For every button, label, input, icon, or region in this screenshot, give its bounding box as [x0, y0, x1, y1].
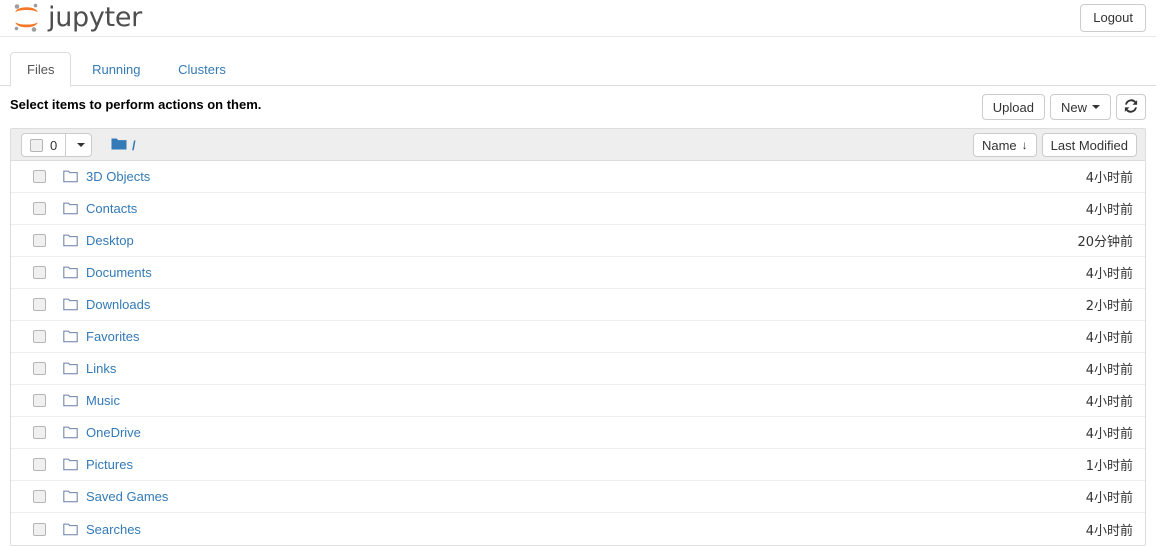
arrow-down-icon: ↓	[1021, 138, 1028, 152]
sort-name-label: Name	[981, 137, 1017, 153]
file-name-link[interactable]: Documents	[86, 265, 152, 280]
row-checkbox[interactable]	[33, 170, 46, 183]
jupyter-logo-icon	[10, 2, 44, 36]
row-checkbox[interactable]	[33, 394, 46, 407]
select-options-dropdown-button[interactable]	[66, 133, 93, 157]
file-row-container: 3D Objects 4小时前 Contacts 4小时前 Desktop 20…	[11, 161, 1145, 545]
file-modified-time: 4小时前	[1085, 491, 1133, 506]
folder-icon	[62, 394, 78, 407]
table-row[interactable]: Saved Games 4小时前	[11, 481, 1145, 513]
file-modified-time: 20分钟前	[1077, 235, 1133, 250]
logout-button[interactable]: Logout	[1080, 4, 1146, 32]
refresh-button[interactable]	[1116, 94, 1146, 120]
file-name-link[interactable]: Links	[86, 361, 116, 376]
breadcrumb: /	[111, 137, 136, 154]
folder-icon	[62, 458, 78, 471]
folder-icon	[62, 362, 78, 375]
upload-button-label: Upload	[992, 99, 1034, 115]
file-modified-time: 4小时前	[1085, 523, 1133, 539]
sort-by-name-button[interactable]: Name ↓	[972, 133, 1037, 157]
refresh-icon	[1124, 99, 1138, 115]
table-row[interactable]: Favorites 4小时前	[11, 321, 1145, 353]
row-checkbox[interactable]	[33, 426, 46, 439]
table-row[interactable]: Documents 4小时前	[11, 257, 1145, 289]
file-name-link[interactable]: OneDrive	[86, 425, 141, 440]
sort-modified-label: Last Modified	[1050, 137, 1128, 153]
folder-icon	[62, 170, 78, 183]
action-button-group: Upload New	[981, 94, 1146, 120]
folder-filled-icon	[111, 137, 127, 154]
row-checkbox[interactable]	[33, 330, 46, 343]
row-checkbox[interactable]	[33, 362, 46, 375]
table-row[interactable]: Downloads 2小时前	[11, 289, 1145, 321]
table-row[interactable]: Desktop 20分钟前	[11, 225, 1145, 257]
file-list-panel: 0 / Name ↓ Last Modified 3D Objects 4小时前…	[10, 128, 1146, 546]
file-list-toolbar: 0 / Name ↓ Last Modified	[11, 129, 1145, 161]
folder-icon	[62, 298, 78, 311]
new-button-label: New	[1060, 99, 1087, 115]
folder-icon	[62, 426, 78, 439]
folder-icon	[62, 523, 78, 536]
file-modified-time: 1小时前	[1085, 459, 1133, 474]
file-name-link[interactable]: Desktop	[86, 233, 134, 248]
action-bar: Select items to perform actions on them.…	[0, 86, 1156, 129]
table-row[interactable]: Music 4小时前	[11, 385, 1145, 417]
sort-by-modified-button[interactable]: Last Modified	[1041, 133, 1137, 157]
table-row[interactable]: OneDrive 4小时前	[11, 417, 1145, 449]
breadcrumb-root-link[interactable]: /	[132, 138, 136, 153]
sort-button-group: Name ↓ Last Modified	[972, 133, 1137, 157]
select-all-checkbox[interactable]	[30, 138, 43, 152]
folder-icon	[62, 234, 78, 247]
table-row[interactable]: Contacts 4小时前	[11, 193, 1145, 225]
table-row[interactable]: Searches 4小时前	[11, 513, 1145, 545]
tab-files[interactable]: Files	[10, 52, 72, 87]
file-name-link[interactable]: Downloads	[86, 297, 150, 312]
folder-icon	[62, 330, 78, 343]
table-row[interactable]: 3D Objects 4小时前	[11, 161, 1145, 193]
table-row[interactable]: Pictures 1小时前	[11, 449, 1145, 481]
selected-count: 0	[50, 137, 58, 153]
tab-bar: Files Running Clusters	[0, 37, 1156, 87]
folder-icon	[62, 490, 78, 503]
file-modified-time: 4小时前	[1085, 203, 1133, 218]
upload-button[interactable]: Upload	[981, 94, 1045, 120]
file-modified-time: 4小时前	[1085, 427, 1133, 442]
new-dropdown-button[interactable]: New	[1049, 94, 1111, 120]
table-row[interactable]: Links 4小时前	[11, 353, 1145, 385]
file-name-link[interactable]: Saved Games	[86, 489, 168, 504]
file-modified-time: 4小时前	[1085, 171, 1133, 186]
select-items-hint: Select items to perform actions on them.	[10, 97, 262, 112]
select-all-button[interactable]: 0	[21, 133, 67, 157]
row-checkbox[interactable]	[33, 458, 46, 471]
folder-icon	[62, 202, 78, 215]
tab-running[interactable]: Running	[75, 52, 157, 87]
file-name-link[interactable]: Searches	[86, 522, 141, 537]
jupyter-logo-link[interactable]: jupyter	[10, 0, 142, 37]
file-modified-time: 4小时前	[1085, 395, 1133, 410]
row-checkbox[interactable]	[33, 266, 46, 279]
file-name-link[interactable]: Pictures	[86, 457, 133, 472]
file-name-link[interactable]: Music	[86, 393, 120, 408]
file-name-link[interactable]: Favorites	[86, 329, 139, 344]
file-modified-time: 4小时前	[1085, 267, 1133, 282]
file-modified-time: 2小时前	[1085, 299, 1133, 314]
select-all-group: 0	[21, 133, 93, 157]
chevron-down-icon	[77, 143, 86, 147]
site-header: jupyter Logout	[0, 0, 1156, 37]
folder-icon	[62, 266, 78, 279]
file-modified-time: 4小时前	[1085, 363, 1133, 378]
file-name-link[interactable]: 3D Objects	[86, 169, 150, 184]
row-checkbox[interactable]	[33, 490, 46, 503]
row-checkbox[interactable]	[33, 202, 46, 215]
file-name-link[interactable]: Contacts	[86, 201, 137, 216]
tab-clusters[interactable]: Clusters	[161, 52, 243, 87]
brand-title: jupyter	[48, 2, 142, 33]
row-checkbox[interactable]	[33, 298, 46, 311]
chevron-down-icon	[1092, 105, 1100, 109]
row-checkbox[interactable]	[33, 522, 46, 536]
file-modified-time: 4小时前	[1085, 331, 1133, 346]
row-checkbox[interactable]	[33, 234, 46, 247]
